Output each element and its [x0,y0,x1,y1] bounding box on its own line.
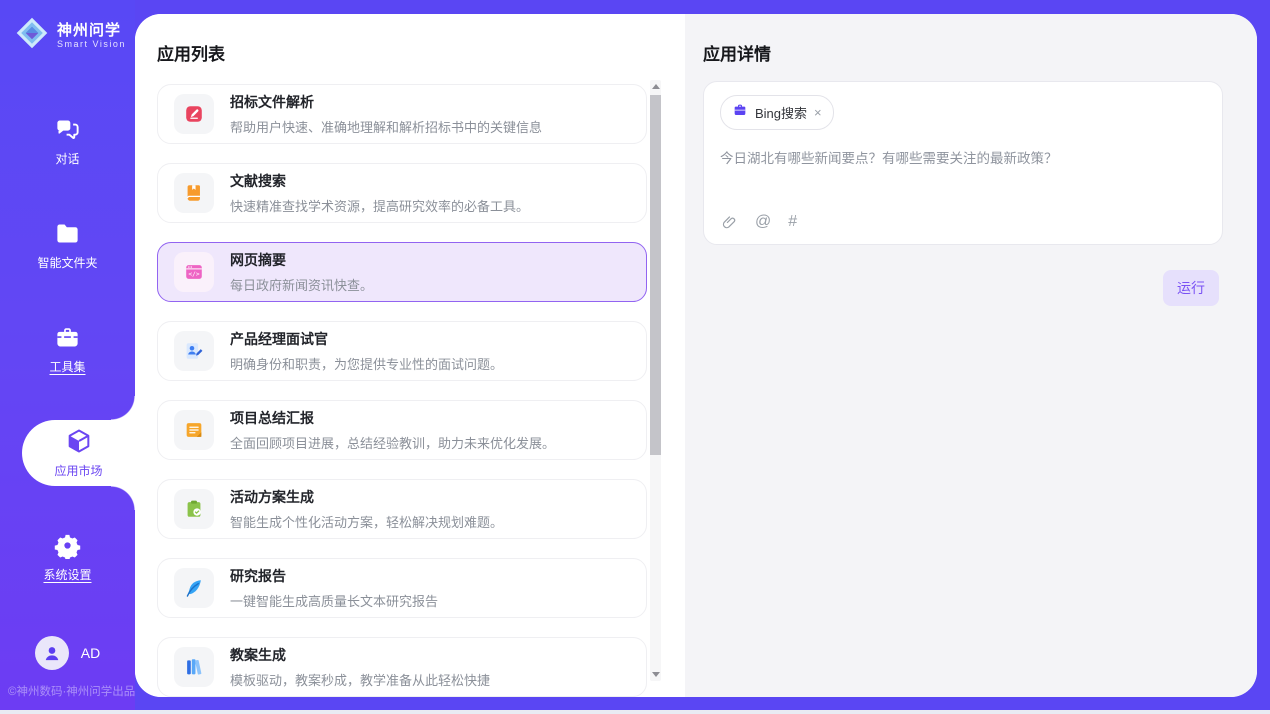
run-row: 运行 [703,270,1223,306]
app-card-event-plan[interactable]: 活动方案生成 智能生成个性化活动方案，轻松解决规划难题。 [157,479,647,539]
brand-name: 神州问学 [57,22,126,39]
scrollbar[interactable] [650,80,661,681]
app-list-title: 应用列表 [157,40,685,65]
app-card-web-digest[interactable]: </> 网页摘要 每日政府新闻资讯快查。 [157,242,647,302]
user-name: AD [81,645,100,661]
sidebar-item-chat[interactable]: 对话 [0,108,135,174]
svg-text:</>: </> [188,271,199,278]
app-card-title: 招标文件解析 [230,92,542,112]
web-code-icon: </> [174,252,214,292]
report-calendar-icon [174,410,214,450]
app-list-panel: 应用列表 招标文件解析 帮助用户快速、准确地理解和解析招标书中的关键信息 文献搜… [135,14,685,697]
app-card-bid-parse[interactable]: 招标文件解析 帮助用户快速、准确地理解和解析招标书中的关键信息 [157,84,647,144]
app-card-title: 活动方案生成 [230,487,503,507]
sidebar-item-toolset[interactable]: 工具集 [0,316,135,382]
clipboard-check-icon [174,489,214,529]
composer-toolbar: @ # [721,213,797,231]
diamond-logo-icon [14,15,50,56]
copyright-text: ©神州数码·神州问学出品 [8,683,135,699]
book-icon [174,173,214,213]
app-card-list: 招标文件解析 帮助用户快速、准确地理解和解析招标书中的关键信息 文献搜索 快速精… [157,84,647,697]
interview-icon [174,331,214,371]
sidebar-item-folders[interactable]: 智能文件夹 [0,212,135,278]
toolbox-icon [54,323,82,351]
app-card-title: 文献搜索 [230,171,529,191]
bottom-strip [0,710,1270,714]
app-detail-panel: 应用详情 Bing搜索 × 今日湖北有哪些新闻要点？有哪些需要关注的最新政策？ [685,14,1257,697]
run-button[interactable]: 运行 [1163,270,1219,306]
app-card-title: 网页摘要 [230,250,373,270]
briefcase-icon [732,102,748,123]
arrow-down-icon [652,672,660,677]
app-card-description: 每日政府新闻资讯快查。 [230,275,373,294]
brand-subtitle: Smart Vision [57,39,126,49]
tool-tag-bing[interactable]: Bing搜索 × [720,95,834,130]
app-card-title: 研究报告 [230,566,438,586]
close-icon[interactable]: × [814,106,822,119]
app-card-title: 项目总结汇报 [230,408,555,428]
app-card-research[interactable]: 研究报告 一键智能生成高质量长文本研究报告 [157,558,647,618]
arrow-up-icon [652,84,660,89]
brand-logo: 神州问学 Smart Vision [0,0,135,56]
chat-icon [54,115,82,143]
app-card-proj-summary[interactable]: 项目总结汇报 全面回顾项目进展，总结经验教训，助力未来优化发展。 [157,400,647,460]
tool-tag-label: Bing搜索 [755,103,807,122]
books-icon [174,647,214,687]
user-account[interactable]: AD [0,636,135,670]
app-card-description: 一键智能生成高质量长文本研究报告 [230,591,438,610]
app-card-description: 明确身份和职责，为您提供专业性的面试问题。 [230,354,503,373]
scroll-down-button[interactable] [650,668,661,681]
app-card-pm-interview[interactable]: 产品经理面试官 明确身份和职责，为您提供专业性的面试问题。 [157,321,647,381]
app-detail-title: 应用详情 [703,40,1223,65]
app-card-title: 产品经理面试官 [230,329,503,349]
app-card-lit-search[interactable]: 文献搜索 快速精准查找学术资源，提高研究效率的必备工具。 [157,163,647,223]
attachment-icon[interactable] [721,214,738,231]
sidebar-item-settings[interactable]: 系统设置 [0,524,135,590]
app-card-lesson-plan[interactable]: 教案生成 模板驱动，教案秒成，教学准备从此轻松快捷 [157,637,647,697]
folder-icon [54,219,82,247]
person-icon [42,643,62,663]
quill-icon [174,568,214,608]
cube-icon [65,427,93,455]
hashtag-icon[interactable]: # [788,213,797,231]
app-card-description: 智能生成个性化活动方案，轻松解决规划难题。 [230,512,503,531]
avatar [35,636,69,670]
sidebar-nav: 对话 智能文件夹 工具集 应用市场 系统设置 [0,108,135,628]
app-card-description: 快速精准查找学术资源，提高研究效率的必备工具。 [230,196,529,215]
app-card-description: 帮助用户快速、准确地理解和解析招标书中的关键信息 [230,117,542,136]
query-input-card[interactable]: Bing搜索 × 今日湖北有哪些新闻要点？有哪些需要关注的最新政策？ @ # [703,81,1223,245]
app-card-description: 模板驱动，教案秒成，教学准备从此轻松快捷 [230,670,490,689]
main-content: 应用列表 招标文件解析 帮助用户快速、准确地理解和解析招标书中的关键信息 文献搜… [135,14,1257,697]
mention-icon[interactable]: @ [755,213,771,231]
sidebar-item-appmarket[interactable]: 应用市场 [22,420,135,486]
scroll-up-button[interactable] [650,80,661,93]
gear-icon [54,531,82,559]
app-card-description: 全面回顾项目进展，总结经验教训，助力未来优化发展。 [230,433,555,452]
contract-edit-icon [174,94,214,134]
scroll-thumb[interactable] [650,95,661,455]
app-card-title: 教案生成 [230,645,490,665]
query-text[interactable]: 今日湖北有哪些新闻要点？有哪些需要关注的最新政策？ [720,147,1206,167]
sidebar: 神州问学 Smart Vision 对话 智能文件夹 工具集 应用市场 系统设置… [0,0,135,710]
